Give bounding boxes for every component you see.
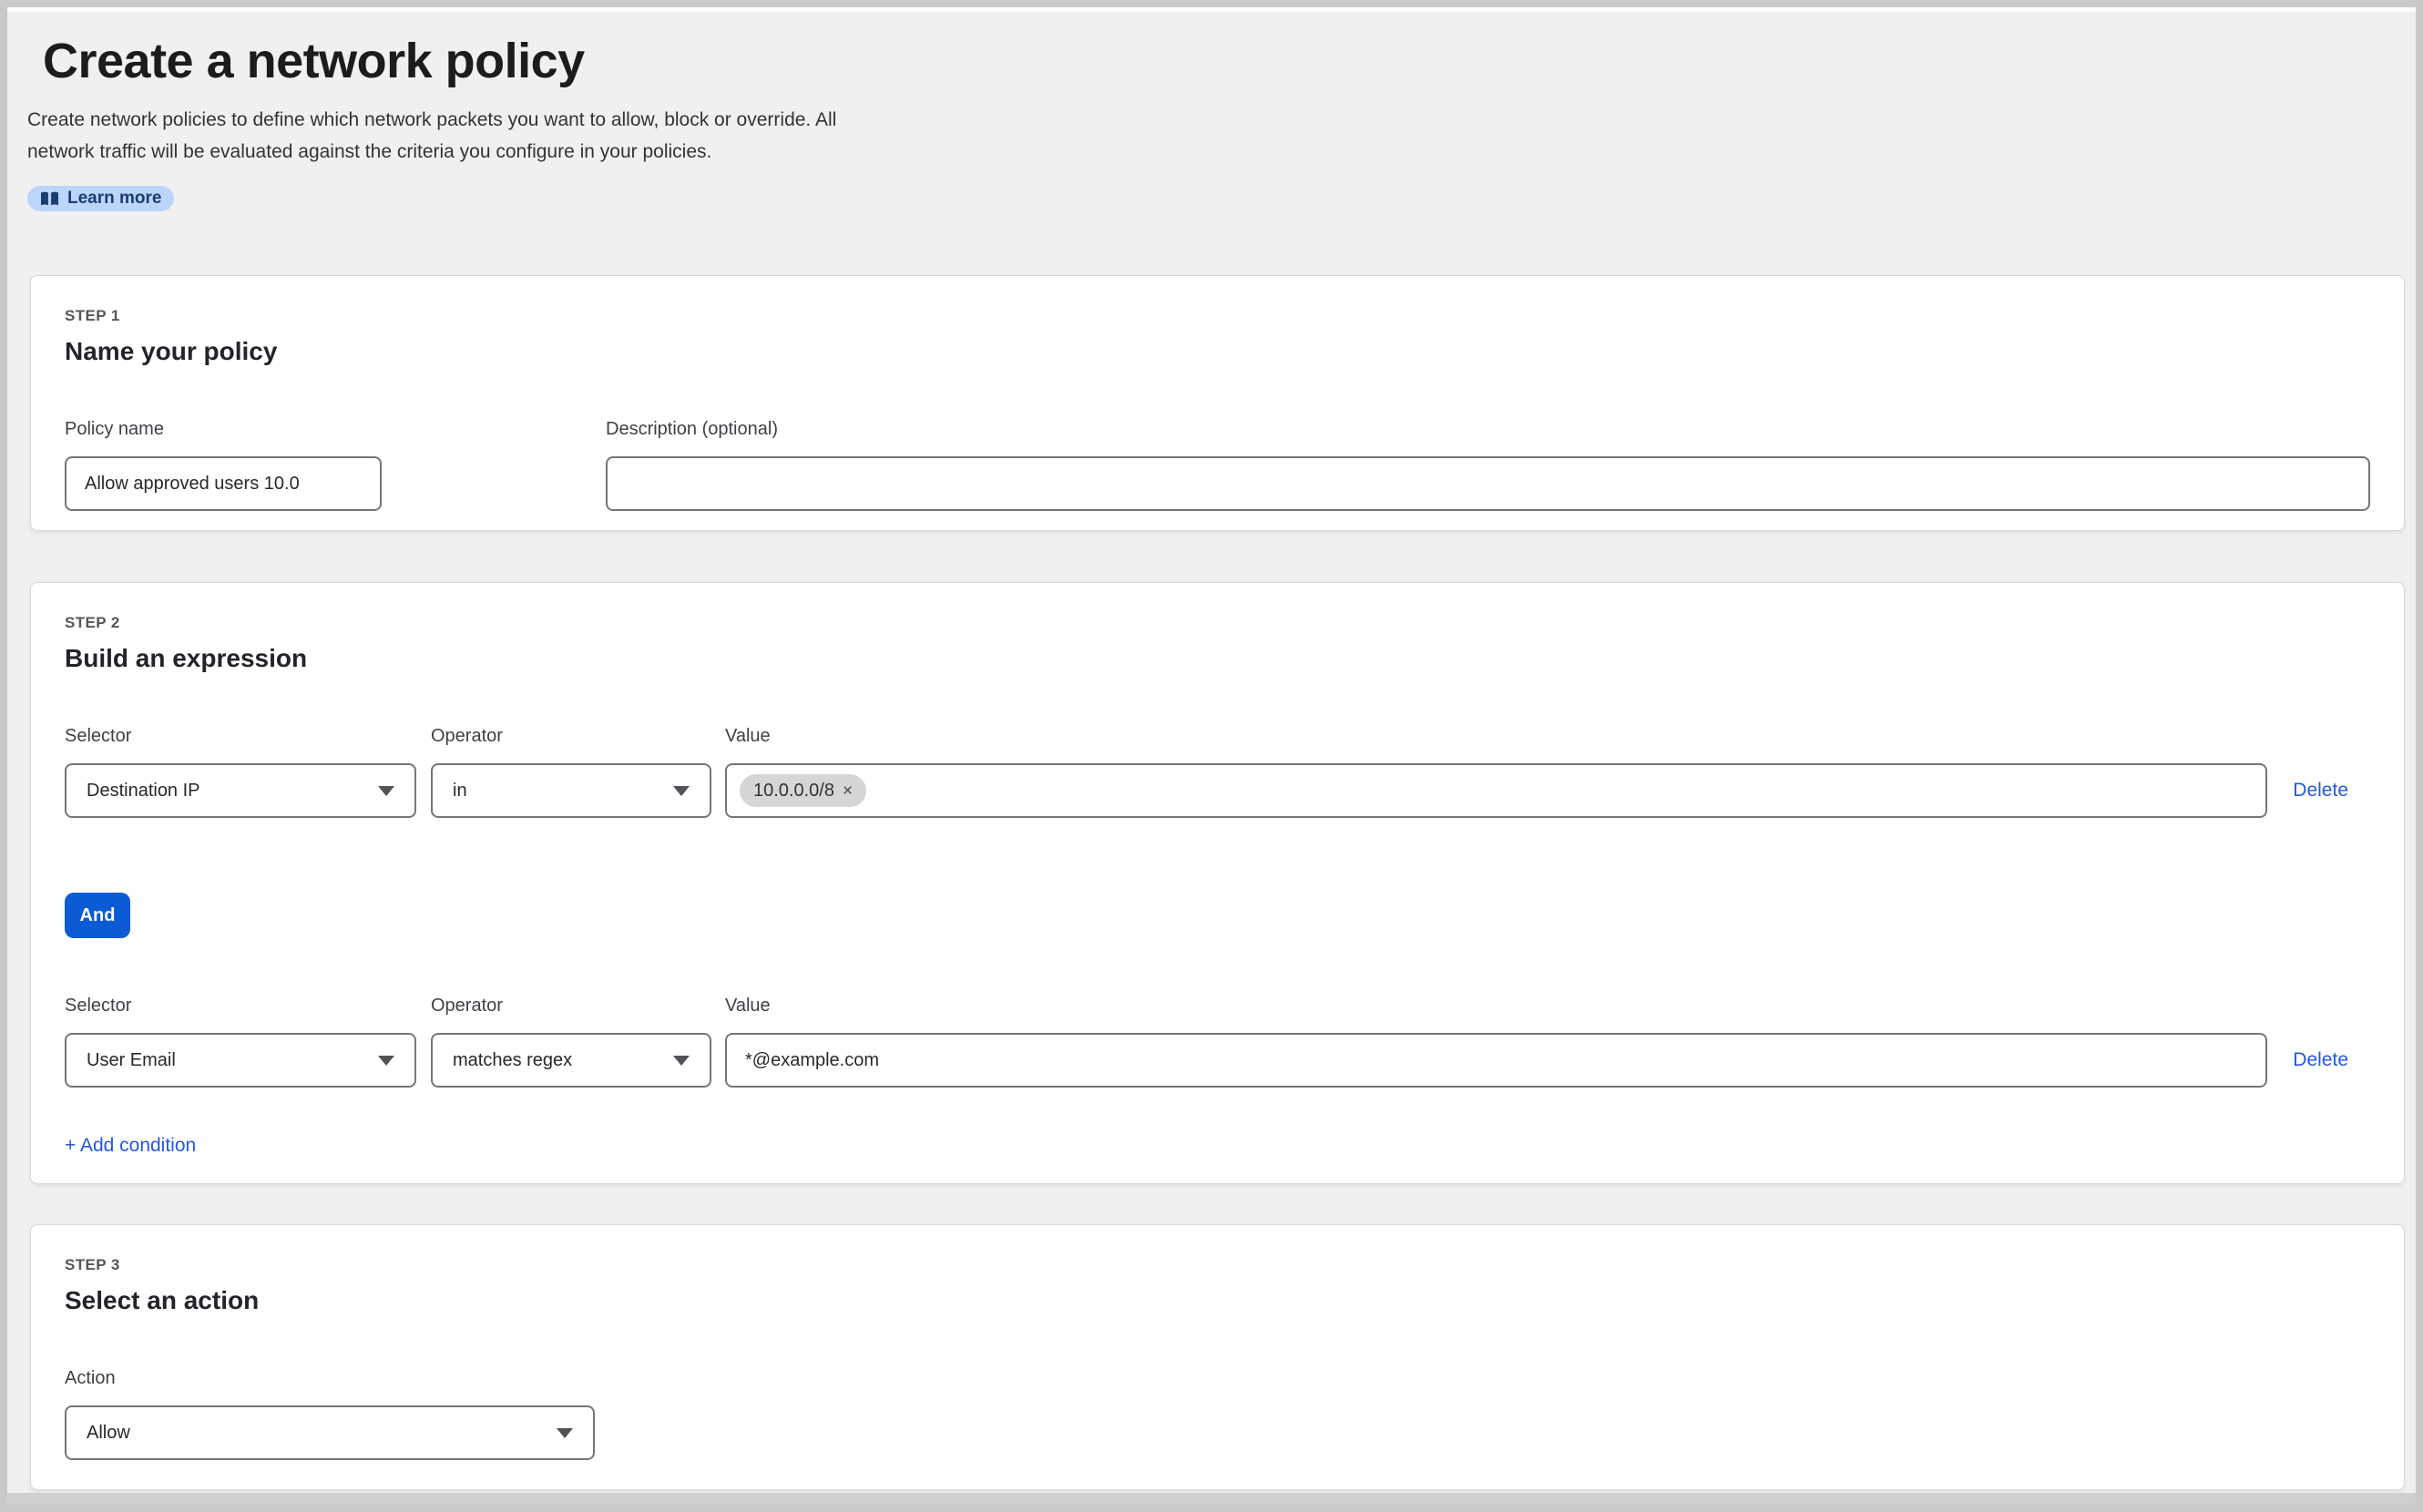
horizontal-scrollbar[interactable] <box>7 1493 2416 1505</box>
condition1-labels: Selector Operator Value <box>65 725 2370 747</box>
action-label: Action <box>65 1367 2370 1389</box>
selector-dropdown-value: Destination IP <box>87 781 200 802</box>
operator-label: Operator <box>431 725 725 747</box>
page-frame: Create a network policy Create network p… <box>0 0 2423 1512</box>
chevron-down-icon <box>673 786 690 796</box>
page-title: Create a network policy <box>43 33 2416 89</box>
value-input-text: *@example.com <box>745 1050 879 1071</box>
action-dropdown-value: Allow <box>87 1423 130 1444</box>
step3-label: STEP 3 <box>65 1256 2370 1274</box>
delete-condition-link[interactable]: Delete <box>2293 780 2348 802</box>
step1-heading: Name your policy <box>65 336 2370 367</box>
value-input[interactable]: 10.0.0.0/8 × <box>725 763 2267 818</box>
operator-dropdown-value: in <box>453 781 467 802</box>
policy-name-label: Policy name <box>65 418 382 440</box>
condition-row-1: Destination IP in 10.0.0.0/8 × Delete <box>65 763 2370 818</box>
operator-dropdown-value: matches regex <box>453 1050 572 1071</box>
selector-dropdown-value: User Email <box>87 1050 176 1071</box>
value-input[interactable]: *@example.com <box>725 1033 2267 1088</box>
value-tag: 10.0.0.0/8 × <box>740 774 866 807</box>
book-icon <box>40 191 59 207</box>
selector-label: Selector <box>65 995 431 1017</box>
condition2-labels: Selector Operator Value <box>65 995 2370 1017</box>
description-label: Description (optional) <box>606 418 2370 440</box>
chevron-down-icon <box>378 786 394 796</box>
operator-label: Operator <box>431 995 725 1017</box>
chevron-down-icon <box>673 1056 690 1066</box>
condition-row-2: User Email matches regex *@example.com D… <box>65 1033 2370 1088</box>
value-label: Value <box>725 725 2370 747</box>
and-button[interactable]: And <box>65 893 130 938</box>
step1-card: STEP 1 Name your policy Policy name Desc… <box>30 275 2405 531</box>
step2-card: STEP 2 Build an expression Selector Oper… <box>30 582 2405 1184</box>
delete-condition-link[interactable]: Delete <box>2293 1049 2348 1071</box>
remove-tag-icon[interactable]: × <box>843 782 853 800</box>
learn-more-button[interactable]: Learn more <box>27 186 174 211</box>
selector-dropdown[interactable]: Destination IP <box>65 763 416 818</box>
operator-dropdown[interactable]: in <box>431 763 711 818</box>
selector-label: Selector <box>65 725 431 747</box>
step3-card: STEP 3 Select an action Action Allow <box>30 1224 2405 1490</box>
description-input[interactable] <box>606 456 2370 511</box>
chevron-down-icon <box>557 1428 573 1438</box>
step3-heading: Select an action <box>65 1285 2370 1316</box>
value-tag-text: 10.0.0.0/8 <box>753 781 834 802</box>
value-label: Value <box>725 995 2370 1017</box>
learn-more-label: Learn more <box>67 189 161 209</box>
action-dropdown[interactable]: Allow <box>65 1405 595 1460</box>
step1-label: STEP 1 <box>65 307 2370 325</box>
step2-heading: Build an expression <box>65 643 2370 674</box>
chevron-down-icon <box>378 1056 394 1066</box>
policy-name-input[interactable] <box>65 456 382 511</box>
page-description-line1: Create network policies to define which … <box>27 104 2416 136</box>
selector-dropdown[interactable]: User Email <box>65 1033 416 1088</box>
step2-label: STEP 2 <box>65 614 2370 632</box>
top-edge-strip <box>7 7 2416 12</box>
page-description-line2: network traffic will be evaluated agains… <box>27 136 2416 168</box>
add-condition-link[interactable]: + Add condition <box>65 1135 196 1157</box>
operator-dropdown[interactable]: matches regex <box>431 1033 711 1088</box>
page-description: Create network policies to define which … <box>27 104 2416 168</box>
